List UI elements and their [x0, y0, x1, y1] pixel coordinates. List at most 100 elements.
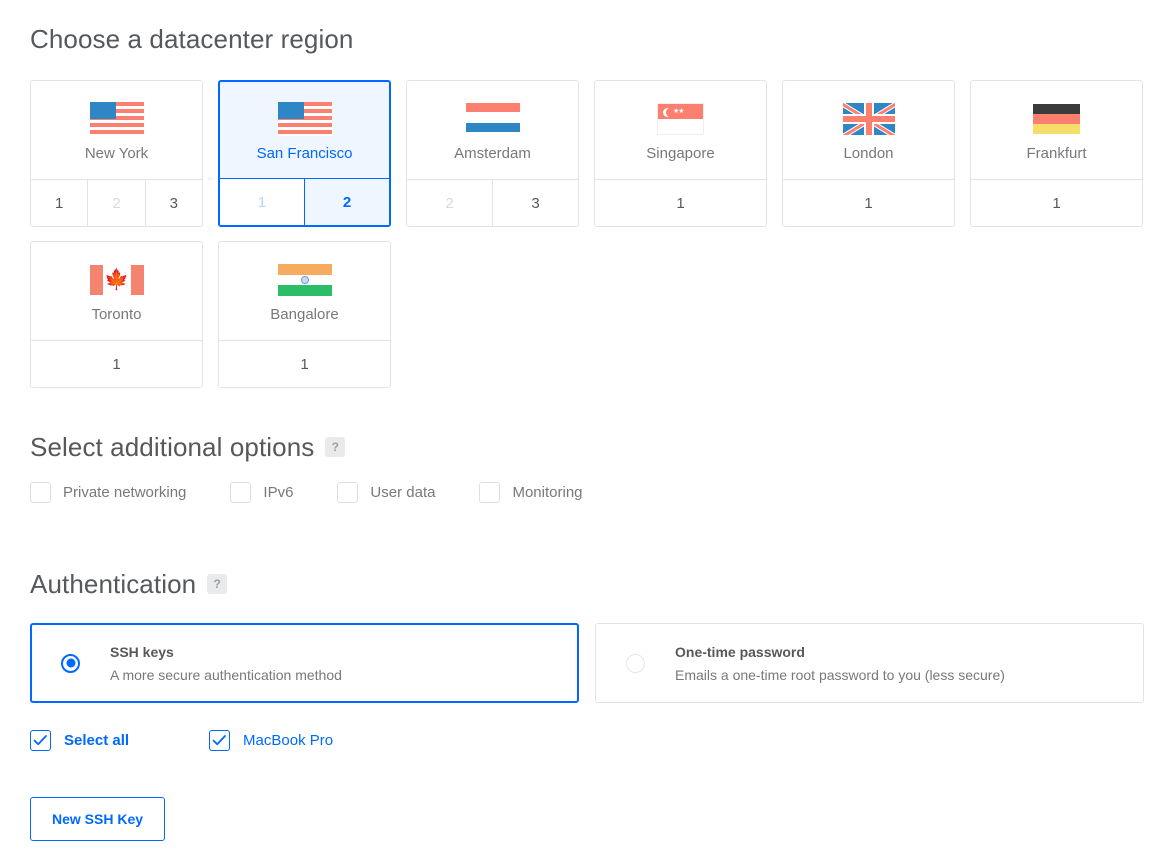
- region-card-header: 🍁 Toronto: [31, 242, 202, 340]
- region-name-label: Toronto: [91, 306, 142, 323]
- option-ipv6[interactable]: IPv6: [230, 482, 293, 503]
- checkbox-icon[interactable]: [230, 482, 252, 503]
- region-flag: [89, 102, 144, 136]
- auth-method-row: SSH keys A more secure authentication met…: [30, 623, 1144, 703]
- auth-method-description: Emails a one-time root password to you (…: [675, 666, 1005, 683]
- additional-options-section: Select additional options ? Private netw…: [30, 434, 583, 503]
- page-title: Choose a datacenter region: [30, 24, 354, 54]
- region-card-singapore[interactable]: ★★ Singapore 1: [594, 80, 767, 227]
- datacenter-option-2: 2: [407, 180, 492, 226]
- datacenter-option-1[interactable]: 1: [971, 180, 1142, 226]
- auth-method-text: One-time password Emails a one-time root …: [675, 645, 1005, 682]
- region-flag: [1033, 102, 1080, 136]
- datacenter-option-1[interactable]: 1: [31, 341, 202, 387]
- region-card-bangalore[interactable]: Bangalore 1: [218, 241, 391, 388]
- option-label: Private networking: [63, 484, 187, 501]
- flag-germany-icon: [1033, 103, 1080, 135]
- radio-button-icon[interactable]: [626, 653, 645, 673]
- region-name-label: San Francisco: [256, 145, 353, 162]
- help-icon[interactable]: ?: [207, 574, 228, 594]
- region-name-label: Amsterdam: [454, 145, 531, 162]
- region-name-label: New York: [84, 145, 149, 162]
- region-flag: [277, 102, 332, 136]
- region-flag: [842, 102, 895, 136]
- region-flag: 🍁: [89, 263, 144, 297]
- checkbox-checked-icon[interactable]: [30, 730, 51, 751]
- region-flag: [465, 102, 520, 136]
- auth-method-title: One-time password: [675, 643, 805, 660]
- options-checkbox-row: Private networking IPv6 User data Monitorin…: [30, 482, 583, 503]
- ssh-key-label: MacBook Pro: [243, 732, 334, 749]
- auth-method-one-time-password[interactable]: One-time password Emails a one-time root …: [595, 623, 1144, 703]
- region-card-header: ★★ Singapore: [595, 81, 766, 179]
- datacenter-option-1: 1: [220, 179, 304, 225]
- region-card-grid: New York 1 2 3 San Francisco 1 2 Amsterdam 2 3 ★★ S…: [30, 80, 1146, 388]
- new-ssh-key-button[interactable]: New SSH Key: [30, 797, 166, 841]
- auth-method-title: SSH keys: [110, 643, 174, 660]
- auth-method-text: SSH keys A more secure authentication met…: [110, 645, 342, 682]
- option-user-data[interactable]: User data: [337, 482, 435, 503]
- options-section-title: Select additional options ?: [30, 434, 583, 460]
- region-card-frankfurt[interactable]: Frankfurt 1: [970, 80, 1143, 227]
- ssh-key-macbook-pro[interactable]: MacBook Pro: [209, 730, 333, 751]
- flag-singapore-icon: ★★: [657, 103, 704, 135]
- datacenter-selector-row: 123: [31, 179, 202, 226]
- checkbox-icon[interactable]: [479, 482, 501, 503]
- datacenter-selector-row: 1: [595, 179, 766, 226]
- checkbox-checked-icon[interactable]: [209, 730, 231, 751]
- region-section-title: Choose a datacenter region: [30, 26, 1146, 52]
- create-droplet-page: Choose a datacenter region New York 1 2 3 Sa…: [0, 0, 1176, 864]
- radio-button-icon[interactable]: [61, 653, 80, 673]
- region-card-header: London: [783, 81, 954, 179]
- flag-us-icon: [89, 102, 144, 136]
- option-label: IPv6: [263, 484, 294, 501]
- ssh-key-checkbox-row: Select all MacBook Pro: [30, 730, 333, 751]
- datacenter-option-1[interactable]: 1: [31, 180, 88, 226]
- flag-india-icon: [277, 264, 332, 296]
- checkbox-icon[interactable]: [337, 482, 359, 503]
- datacenter-region-section: Choose a datacenter region New York 1 2 3 Sa…: [30, 26, 1146, 388]
- datacenter-option-1[interactable]: 1: [219, 341, 390, 387]
- flag-united-kingdom-icon: [842, 103, 895, 135]
- option-label: Monitoring: [512, 484, 583, 501]
- region-card-toronto[interactable]: 🍁 Toronto 1: [30, 241, 203, 388]
- checkmark-icon: [33, 735, 47, 746]
- auth-method-ssh-keys[interactable]: SSH keys A more secure authentication met…: [30, 623, 579, 703]
- options-heading: Select additional options: [30, 432, 315, 462]
- option-label: User data: [370, 484, 436, 501]
- region-card-header: Bangalore: [219, 242, 390, 340]
- datacenter-option-3[interactable]: 3: [492, 180, 578, 226]
- region-card-amsterdam[interactable]: Amsterdam 2 3: [406, 80, 579, 227]
- help-icon[interactable]: ?: [325, 437, 346, 457]
- datacenter-option-1[interactable]: 1: [595, 180, 766, 226]
- auth-section-title: Authentication ?: [30, 571, 1144, 597]
- region-card-header: New York: [31, 81, 202, 179]
- option-private-networking[interactable]: Private networking: [30, 482, 186, 503]
- datacenter-selector-row: 1: [219, 340, 390, 387]
- region-flag: [277, 263, 332, 297]
- region-card-london[interactable]: London 1: [782, 80, 955, 227]
- region-card-new-york[interactable]: New York 1 2 3: [30, 80, 203, 227]
- region-name-label: Frankfurt: [1026, 145, 1087, 162]
- datacenter-option-3[interactable]: 3: [144, 180, 202, 226]
- region-flag: ★★: [657, 102, 704, 136]
- region-card-san-francisco[interactable]: San Francisco 1 2: [218, 80, 391, 227]
- datacenter-option-1[interactable]: 1: [783, 180, 954, 226]
- datacenter-option-2: 2: [87, 180, 145, 226]
- datacenter-option-2[interactable]: 2: [304, 179, 389, 225]
- flag-canada-icon: 🍁: [89, 265, 144, 295]
- flag-us-icon: [277, 102, 332, 136]
- region-card-header: Amsterdam: [407, 81, 578, 179]
- flag-netherlands-icon: [465, 103, 520, 135]
- authentication-section: Authentication ? SSH keys A more secure a…: [30, 571, 1144, 703]
- checkbox-icon[interactable]: [30, 482, 51, 503]
- datacenter-selector-row: 1: [783, 179, 954, 226]
- ssh-key-select-all[interactable]: Select all: [30, 730, 129, 751]
- region-name-label: Singapore: [646, 145, 715, 162]
- region-card-header: Frankfurt: [971, 81, 1142, 179]
- option-monitoring[interactable]: Monitoring: [479, 482, 583, 503]
- ssh-keys-section: Select all MacBook Pro New SSH Key: [30, 730, 333, 841]
- datacenter-selector-row: 1: [971, 179, 1142, 226]
- checkmark-icon: [212, 735, 226, 746]
- datacenter-selector-row: 12: [220, 178, 389, 225]
